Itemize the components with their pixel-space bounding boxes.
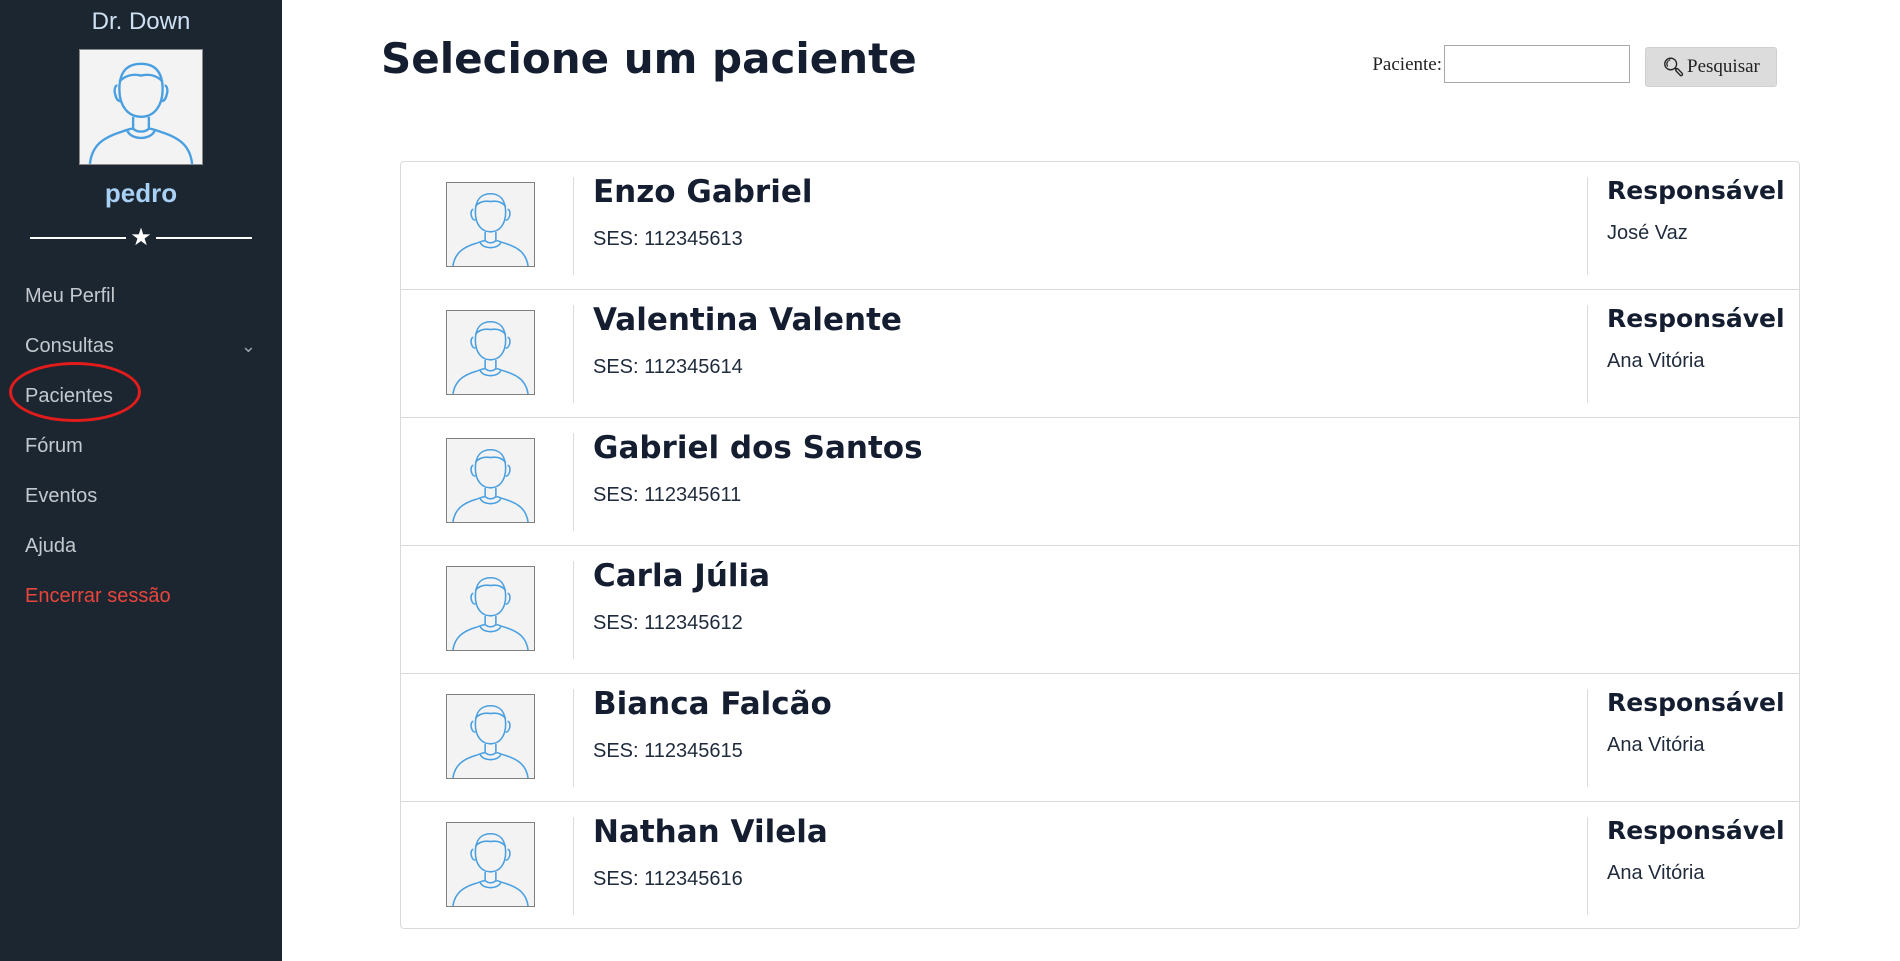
search-button-label: Pesquisar — [1687, 56, 1760, 77]
responsible-title: Responsável — [1607, 304, 1785, 333]
patient-avatar-icon — [446, 182, 535, 267]
sidebar-item-label: Meu Perfil — [25, 285, 116, 307]
row-divider — [573, 433, 574, 531]
page-title: Selecione um paciente — [381, 34, 917, 83]
patient-row[interactable]: Nathan Vilela SES: 112345616 Responsável An… — [401, 802, 1799, 930]
sidebar-item-forum[interactable]: Fórum — [0, 436, 282, 486]
search-button[interactable]: 🔍︎ Pesquisar — [1645, 47, 1777, 87]
patient-ses: SES: 112345615 — [593, 740, 743, 762]
patient-avatar-icon — [446, 566, 535, 651]
patient-row[interactable]: Gabriel dos Santos SES: 112345611 — [401, 418, 1799, 546]
row-divider — [573, 689, 574, 787]
row-divider — [573, 177, 574, 275]
patient-ses: SES: 112345614 — [593, 356, 743, 378]
search-icon: 🔍︎ — [1662, 56, 1686, 77]
sidebar-item-logout[interactable]: Encerrar sessão — [0, 586, 282, 636]
patient-ses: SES: 112345616 — [593, 868, 743, 890]
responsible-title: Responsável — [1607, 816, 1785, 845]
sidebar-item-label: Eventos — [25, 485, 98, 507]
responsible-divider — [1587, 305, 1588, 403]
patient-avatar-icon — [446, 438, 535, 523]
sidebar: Dr. Down pedro ★ Meu Perfil Consultas ⌄ — [0, 0, 282, 961]
responsible-name: José Vaz — [1607, 222, 1688, 244]
sidebar-item-label: Ajuda — [25, 535, 77, 557]
sidebar-item-eventos[interactable]: Eventos — [0, 486, 282, 536]
divider-line-left — [30, 237, 126, 239]
responsible-title: Responsável — [1607, 176, 1785, 205]
chevron-down-icon[interactable]: ⌄ — [241, 336, 256, 356]
responsible-name: Ana Vitória — [1607, 862, 1705, 884]
patient-ses: SES: 112345613 — [593, 228, 743, 250]
patient-row[interactable]: Bianca Falcão SES: 112345615 Responsável An… — [401, 674, 1799, 802]
patient-name[interactable]: Bianca Falcão — [593, 686, 832, 722]
row-divider — [573, 305, 574, 403]
patient-name[interactable]: Enzo Gabriel — [593, 174, 813, 210]
row-divider — [573, 817, 574, 915]
sidebar-item-label: Pacientes — [25, 385, 113, 407]
patient-name[interactable]: Gabriel dos Santos — [593, 430, 923, 466]
responsible-name: Ana Vitória — [1607, 350, 1705, 372]
brand-name: Dr. Down — [91, 8, 191, 35]
responsible-divider — [1587, 689, 1588, 787]
patient-avatar-icon — [446, 694, 535, 779]
patient-avatar-icon — [446, 310, 535, 395]
username: pedro — [104, 178, 178, 208]
sidebar-item-meu-perfil[interactable]: Meu Perfil — [0, 286, 282, 336]
divider-line-right — [156, 237, 252, 239]
responsible-divider — [1587, 177, 1588, 275]
patient-row[interactable]: Carla Júlia SES: 112345612 — [401, 546, 1799, 674]
responsible-title: Responsável — [1607, 688, 1785, 717]
star-divider: ★ — [30, 226, 252, 250]
patient-avatar-icon — [446, 822, 535, 907]
patient-row[interactable]: Valentina Valente SES: 112345614 Responsáv… — [401, 290, 1799, 418]
sidebar-item-pacientes[interactable]: Pacientes — [0, 362, 282, 436]
patient-ses: SES: 112345611 — [593, 484, 742, 506]
sidebar-item-label: Consultas — [25, 335, 114, 357]
patient-name[interactable]: Nathan Vilela — [593, 814, 828, 850]
profile-avatar-icon[interactable] — [79, 49, 203, 165]
patient-name[interactable]: Carla Júlia — [593, 558, 770, 594]
search-input[interactable] — [1444, 45, 1630, 83]
patient-ses: SES: 112345612 — [593, 612, 743, 634]
sidebar-item-ajuda[interactable]: Ajuda — [0, 536, 282, 586]
sidebar-item-consultas[interactable]: Consultas ⌄ — [0, 336, 282, 386]
row-divider — [573, 561, 574, 659]
search-label: Paciente: — [1372, 54, 1442, 75]
star-icon: ★ — [130, 224, 152, 251]
patient-list: Enzo Gabriel SES: 112345613 Responsável Jos… — [400, 161, 1800, 929]
sidebar-item-label: Fórum — [25, 435, 83, 457]
sidebar-item-label: Encerrar sessão — [25, 585, 171, 607]
sidebar-nav: Meu Perfil Consultas ⌄ Pacientes Fórum E… — [0, 286, 282, 636]
responsible-divider — [1587, 817, 1588, 915]
patient-row[interactable]: Enzo Gabriel SES: 112345613 Responsável Jos… — [401, 162, 1799, 290]
responsible-name: Ana Vitória — [1607, 734, 1705, 756]
patient-name[interactable]: Valentina Valente — [593, 302, 902, 338]
